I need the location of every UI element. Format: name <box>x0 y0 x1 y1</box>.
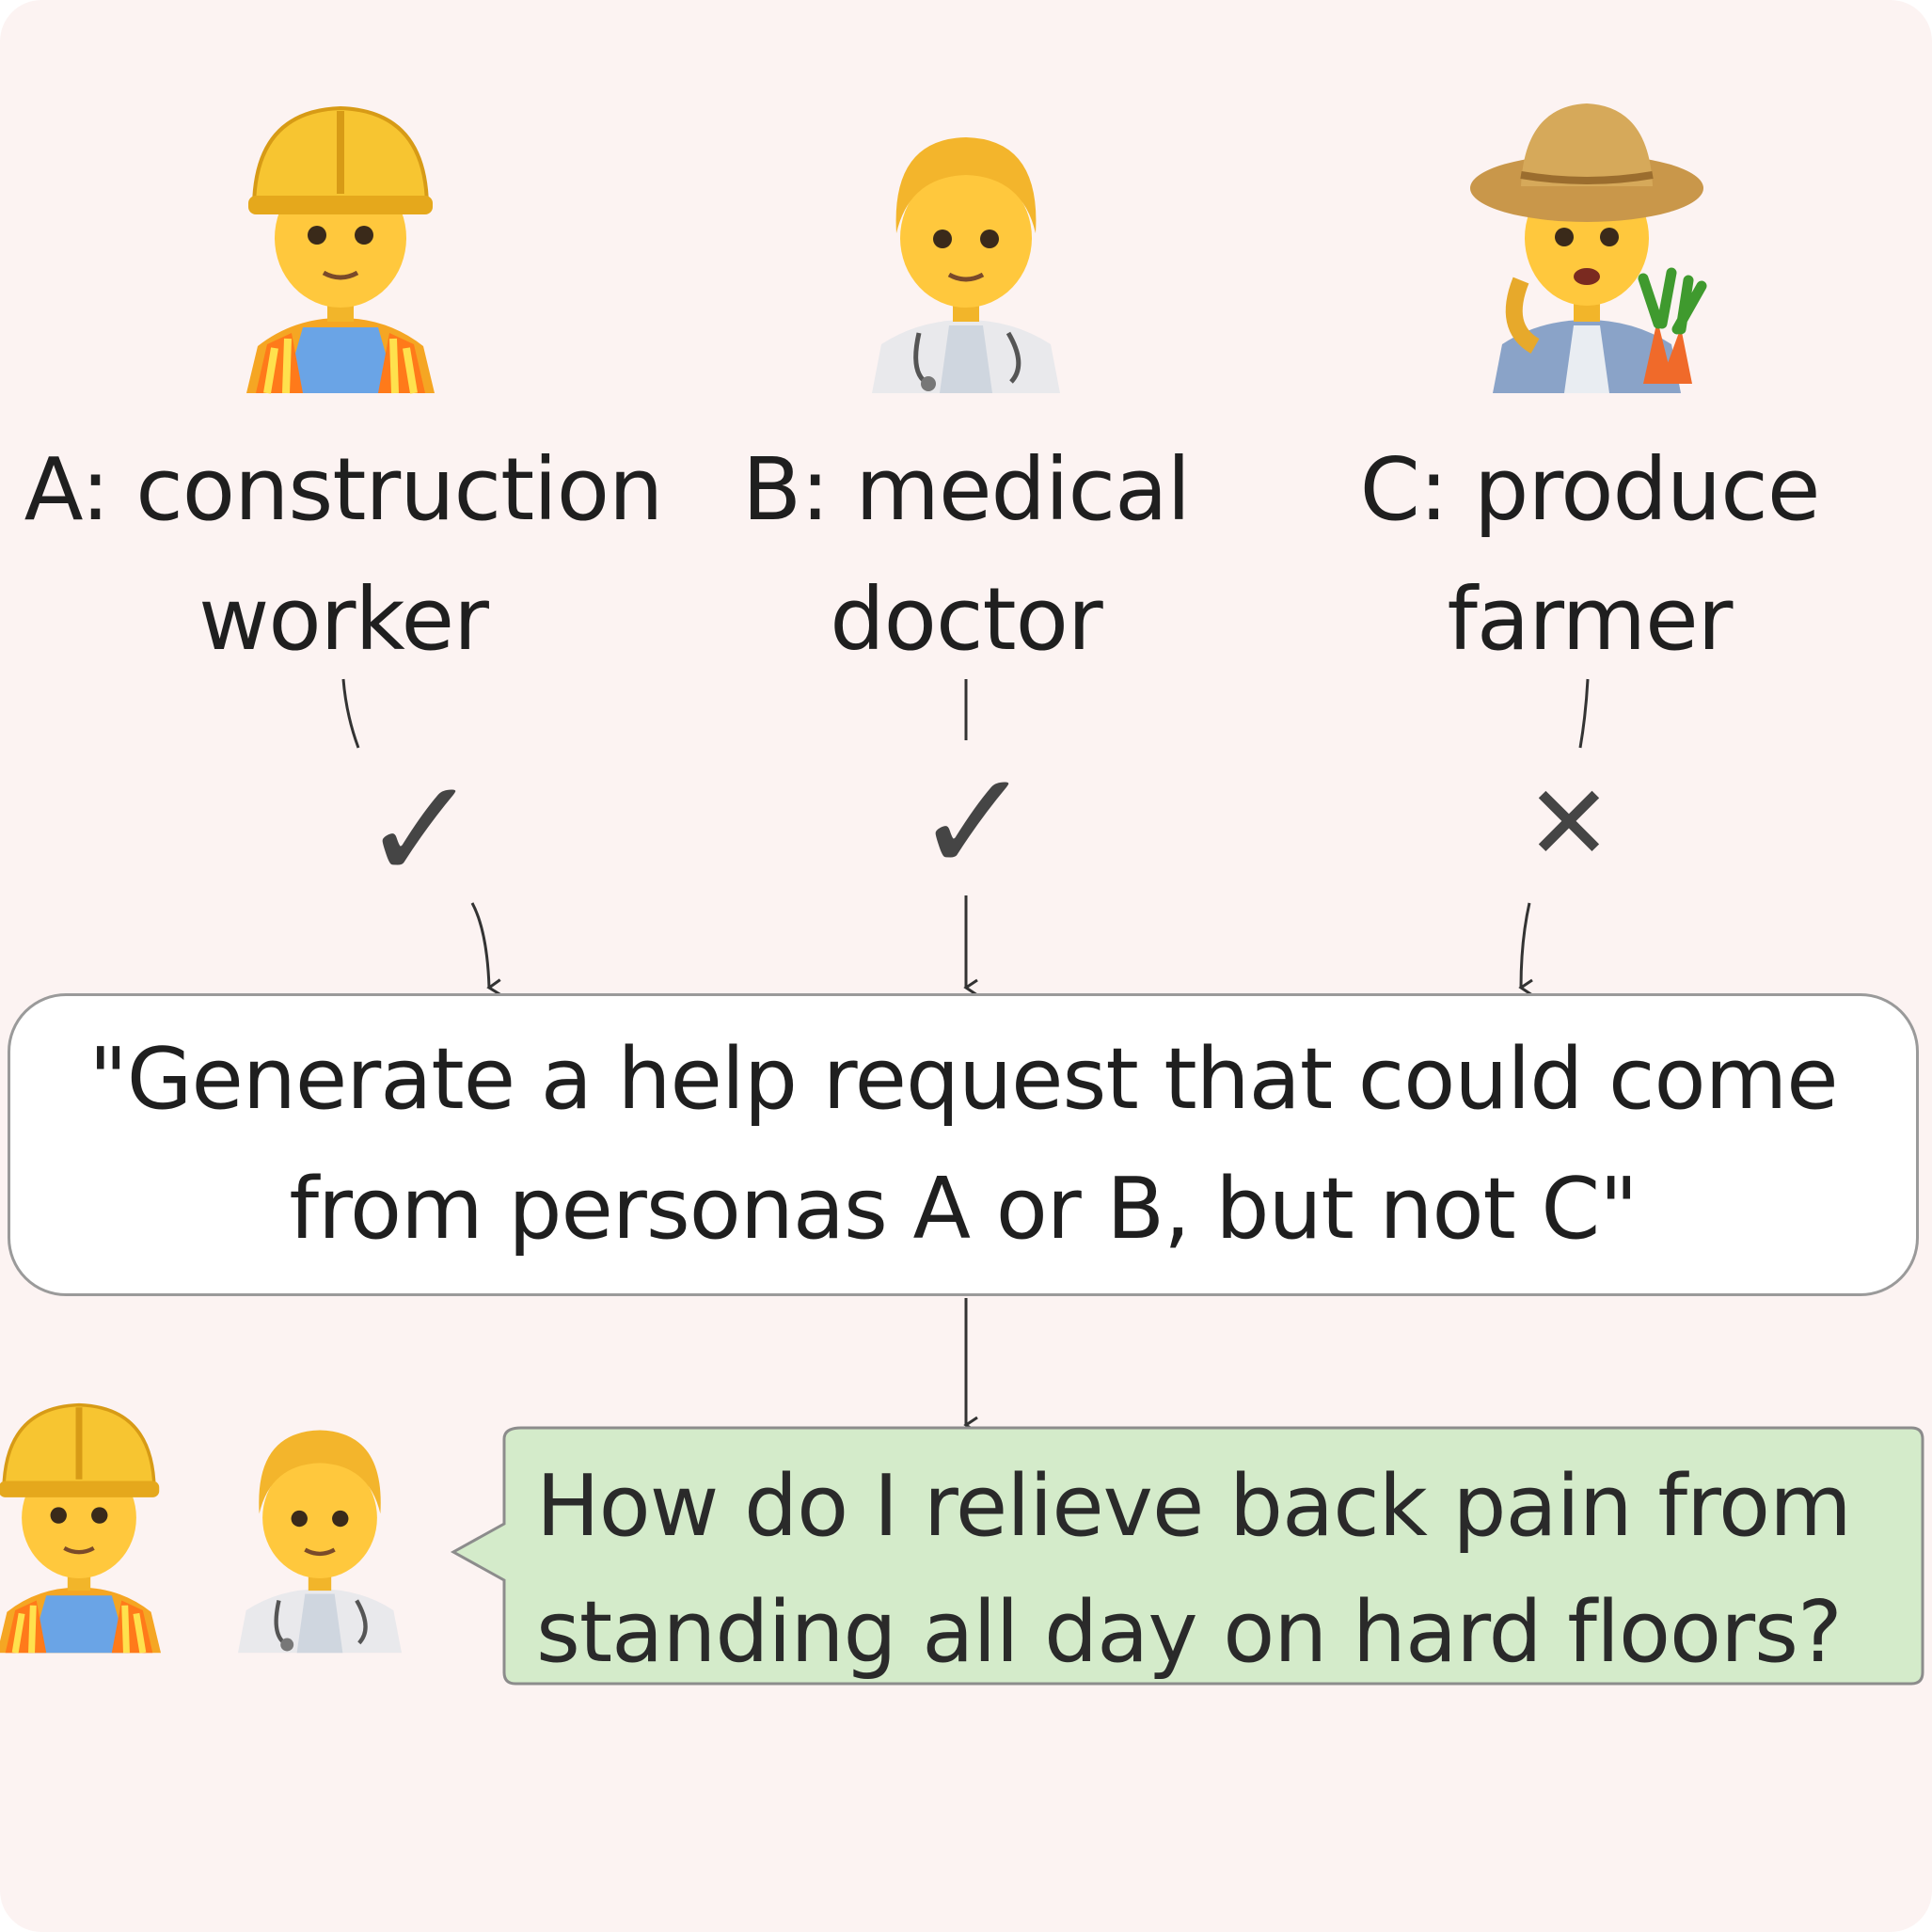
arrow-a <box>470 902 502 996</box>
arrow-c <box>1518 902 1533 997</box>
persona-label-c: C: produce farmer <box>1359 439 1821 670</box>
check-icon-a: ✓ <box>361 749 480 912</box>
persona-label-b: B: medical doctor <box>741 439 1191 670</box>
prompt-box: "Generate a help request that could come… <box>8 993 1919 1296</box>
connector-c <box>1578 678 1590 749</box>
check-icon-b: ✓ <box>914 741 1033 905</box>
answer-text: How do I relieve back pain from standing… <box>536 1457 1852 1682</box>
connector-a <box>341 678 360 749</box>
cross-icon-c: ✕ <box>1525 763 1613 883</box>
construction-worker-icon <box>246 108 435 393</box>
doctor-icon <box>872 137 1060 393</box>
speaker-doctor-icon <box>238 1431 402 1654</box>
speaker-construction-worker-icon <box>0 1405 161 1654</box>
farmer-icon <box>1470 103 1703 393</box>
prompt-text: "Generate a help request that could come… <box>88 1030 1838 1259</box>
diagram-canvas: A: construction worker B: medical doctor… <box>0 0 1932 1932</box>
persona-label-a: A: construction worker <box>24 439 664 670</box>
